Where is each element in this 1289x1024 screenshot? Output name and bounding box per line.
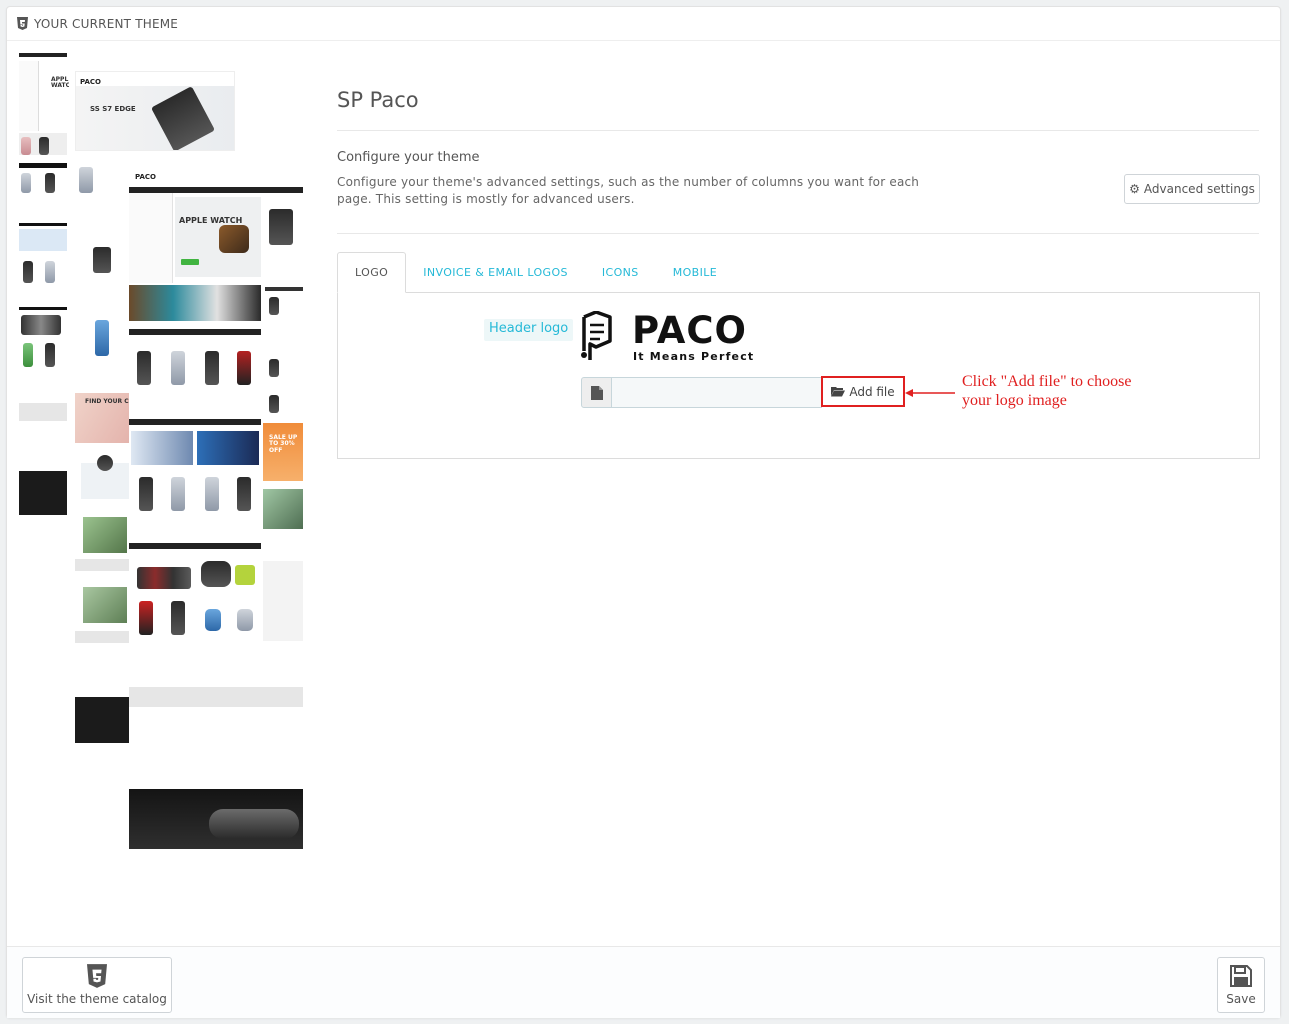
preview-brand-2: PACO: [135, 173, 156, 181]
preview-brand: PACO: [80, 78, 101, 86]
tab-icons[interactable]: ICONS: [585, 252, 656, 293]
visit-theme-catalog-label: Visit the theme catalog: [27, 992, 167, 1006]
save-button[interactable]: Save: [1217, 957, 1265, 1013]
divider: [337, 130, 1259, 131]
save-icon: [1230, 965, 1252, 987]
visit-theme-catalog-button[interactable]: Visit the theme catalog: [22, 957, 172, 1013]
theme-name: SP Paco: [337, 88, 419, 112]
preview-sale-text: SALE UP TO 30% OFF: [269, 434, 298, 454]
add-file-button[interactable]: Add file: [821, 376, 905, 407]
preview-find-your-color: FIND YOUR CO: [75, 393, 135, 503]
preview-mobile-strip: APPL WATC: [17, 47, 69, 517]
header-logo-label: Header logo: [484, 319, 574, 341]
paco-logo-icon: [581, 311, 612, 360]
preview-mid-product2: [75, 292, 135, 362]
preview-header-banner: PACO SS S7 EDGE: [75, 71, 235, 151]
logo-file-input-group: [581, 377, 822, 408]
gear-icon: ⚙: [1129, 182, 1140, 196]
tab-logo[interactable]: LOGO: [337, 252, 407, 293]
configure-description: Configure your theme's advanced settings…: [337, 175, 920, 206]
paco-logo-tagline: It Means Perfect: [633, 350, 755, 363]
file-addon: [581, 377, 612, 408]
preview-banner-s7: SS S7 EDGE: [90, 105, 136, 113]
panel-footer: Visit the theme catalog Save: [7, 946, 1280, 1018]
current-theme-panel: YOUR CURRENT THEME APPL WATC PACO SS S7 …: [6, 6, 1281, 1018]
folder-open-icon: [831, 387, 846, 397]
configure-title: Configure your theme: [337, 150, 480, 165]
preview-mid-footer: [75, 697, 135, 743]
preview-mid-lower: [75, 507, 135, 687]
logo-file-input[interactable]: [612, 377, 822, 408]
preview-mid-products: [75, 157, 135, 277]
tab-mobile[interactable]: MOBILE: [656, 252, 734, 293]
preview-full-page: PACO APPLE WATCH SALE UP TO 30% OFF: [129, 169, 303, 849]
save-label: Save: [1226, 992, 1256, 1006]
theme-tabs: LOGO INVOICE & EMAIL LOGOS ICONS MOBILE: [337, 252, 734, 293]
divider: [337, 233, 1259, 234]
panel-heading: YOUR CURRENT THEME: [7, 7, 1280, 41]
annotation-line-1: Click "Add file" to choose: [962, 373, 1132, 390]
html5-icon: [17, 17, 28, 30]
advanced-settings-button[interactable]: ⚙ Advanced settings: [1124, 174, 1260, 204]
annotation-text: Click "Add file" to choose your logo ima…: [962, 372, 1131, 410]
html5-icon: [87, 964, 107, 988]
panel-heading-title: YOUR CURRENT THEME: [34, 16, 179, 31]
paco-logo-wordmark: PACO: [632, 309, 747, 352]
tab-invoice-email-logos[interactable]: INVOICE & EMAIL LOGOS: [406, 252, 585, 293]
advanced-settings-label: Advanced settings: [1143, 182, 1255, 196]
preview-text-apple: APPL WATC: [51, 76, 69, 90]
add-file-label: Add file: [849, 384, 895, 399]
annotation-arrow-icon: [905, 389, 955, 397]
preview-find-text: FIND YOUR CO: [85, 398, 134, 405]
file-icon: [590, 385, 603, 400]
theme-preview-image: APPL WATC PACO SS S7 EDGE FIND YOUR CO P…: [17, 47, 303, 849]
annotation-line-2: your logo image: [962, 392, 1067, 409]
